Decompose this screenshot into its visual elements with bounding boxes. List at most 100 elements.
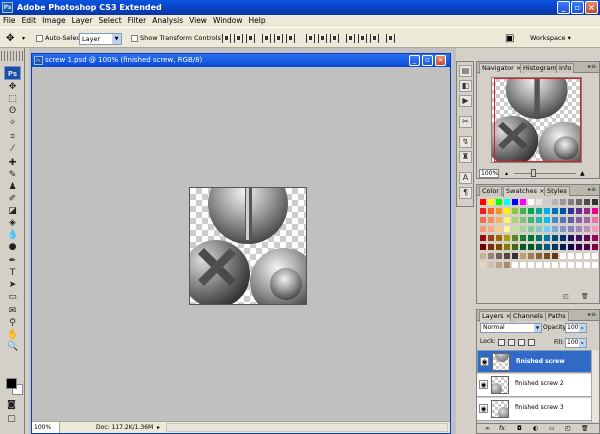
tab-paths[interactable]: Paths xyxy=(545,311,569,321)
move-tool-icon[interactable]: ✥ xyxy=(7,82,18,93)
brush-tool-icon[interactable]: ✎ xyxy=(7,170,18,181)
fx-icon[interactable]: fx. xyxy=(499,424,507,434)
color-swatch[interactable] xyxy=(544,226,551,233)
zoom-in-icon[interactable]: ▲ xyxy=(580,168,585,179)
swatch-grid[interactable] xyxy=(480,199,599,289)
eyedropper-tool-icon[interactable]: ⚲ xyxy=(7,318,18,329)
eraser-tool-icon[interactable]: ◪ xyxy=(7,206,18,217)
color-swatch[interactable] xyxy=(504,235,511,242)
auto-select-option[interactable]: Auto-Select: xyxy=(36,32,85,45)
document-canvas[interactable] xyxy=(189,187,307,305)
color-swatch[interactable] xyxy=(480,199,487,206)
new-swatch-icon[interactable]: ◰ xyxy=(563,293,569,300)
color-swatch[interactable] xyxy=(504,262,511,269)
color-swatch[interactable] xyxy=(552,226,559,233)
trash-icon[interactable]: 🗑 xyxy=(581,293,589,300)
color-swatch[interactable] xyxy=(552,262,559,269)
navigator-zoom-slider-thumb[interactable] xyxy=(531,169,536,177)
color-swatch[interactable] xyxy=(560,199,567,206)
tab-navigator[interactable]: Navigator × xyxy=(479,63,525,74)
color-swatch[interactable] xyxy=(496,235,503,242)
color-swatch[interactable] xyxy=(480,262,487,269)
panel-menu-icon[interactable]: ▸≡ xyxy=(588,63,596,70)
doc-zoom-field[interactable]: 100% xyxy=(32,422,60,433)
color-swatch[interactable] xyxy=(528,208,535,215)
align-bottom-icon[interactable] xyxy=(246,34,255,43)
magic-wand-tool-icon[interactable]: ✧ xyxy=(7,118,18,129)
status-menu-arrow-icon[interactable]: ▸ xyxy=(157,424,164,431)
lock-all-icon[interactable] xyxy=(528,339,535,346)
menu-layer[interactable]: Layer xyxy=(69,15,96,27)
color-swatch[interactable] xyxy=(504,244,511,251)
color-swatch[interactable] xyxy=(592,208,599,215)
color-swatch[interactable] xyxy=(584,244,591,251)
show-transform-option[interactable]: Show Transform Controls xyxy=(131,32,221,45)
layer-row[interactable]: ◉ finished screw 3 xyxy=(477,398,599,421)
color-swatch[interactable] xyxy=(512,217,519,224)
color-swatch[interactable] xyxy=(512,226,519,233)
doc-close-button[interactable]: × xyxy=(435,55,446,66)
align-right-icon[interactable] xyxy=(286,34,295,43)
panel-menu-icon[interactable]: ▸≡ xyxy=(588,311,596,318)
color-swatch[interactable] xyxy=(512,235,519,242)
tab-info[interactable]: Info xyxy=(556,63,575,73)
color-swatch[interactable] xyxy=(544,235,551,242)
color-swatch[interactable] xyxy=(544,217,551,224)
notes-tool-icon[interactable]: ✉ xyxy=(7,306,18,317)
color-swatch[interactable] xyxy=(480,226,487,233)
color-swatch[interactable] xyxy=(544,262,551,269)
color-swatch[interactable] xyxy=(576,217,583,224)
tab-histogram[interactable]: Histogram xyxy=(520,63,560,73)
color-swatch[interactable] xyxy=(560,253,567,260)
color-swatch[interactable] xyxy=(504,208,511,215)
align-vcenter-icon[interactable] xyxy=(234,34,243,43)
color-swatch[interactable] xyxy=(536,244,543,251)
color-swatch[interactable] xyxy=(520,199,527,206)
navigator-preview[interactable] xyxy=(491,77,582,163)
color-swatch[interactable] xyxy=(576,244,583,251)
color-swatch[interactable] xyxy=(584,235,591,242)
color-swatch[interactable] xyxy=(592,199,599,206)
align-left-icon[interactable] xyxy=(262,34,271,43)
auto-select-dropdown[interactable]: Layer ▼ xyxy=(79,33,122,45)
horizontal-scrollbar[interactable] xyxy=(166,423,448,432)
color-swatch[interactable] xyxy=(496,226,503,233)
clone-stamp-tool-icon[interactable]: ♟ xyxy=(7,182,18,193)
auto-select-checkbox[interactable] xyxy=(36,34,43,42)
color-swatch[interactable] xyxy=(488,199,495,206)
color-swatch[interactable] xyxy=(512,262,519,269)
color-swatch[interactable] xyxy=(576,262,583,269)
eye-icon[interactable]: ◉ xyxy=(479,404,488,413)
brushes-panel-icon[interactable]: ▤ xyxy=(459,65,472,77)
color-swatch[interactable] xyxy=(488,226,495,233)
history-panel-icon[interactable]: ↯ xyxy=(459,136,472,148)
color-swatch[interactable] xyxy=(568,226,575,233)
move-tool-icon[interactable]: ✥ xyxy=(6,32,14,45)
color-swatch[interactable] xyxy=(480,208,487,215)
color-swatch[interactable] xyxy=(496,199,503,206)
slice-tool-icon[interactable]: ⁄ xyxy=(7,144,18,155)
crop-tool-icon[interactable]: ⌗ xyxy=(7,132,18,143)
color-swatch[interactable] xyxy=(552,235,559,242)
pen-tool-icon[interactable]: ✒ xyxy=(7,256,18,267)
color-swatch[interactable] xyxy=(536,262,543,269)
color-swatch[interactable] xyxy=(480,235,487,242)
actions-panel-icon[interactable]: ✂ xyxy=(459,116,472,128)
paragraph-panel-icon[interactable]: ¶ xyxy=(459,187,472,199)
color-swatch[interactable] xyxy=(512,199,519,206)
color-swatch[interactable] xyxy=(488,262,495,269)
document-title-bar[interactable]: Ps screw 1.psd @ 100% (finished screw, R… xyxy=(32,54,450,67)
lock-position-icon[interactable] xyxy=(518,339,525,346)
color-swatch[interactable] xyxy=(528,199,535,206)
color-swatch[interactable] xyxy=(528,226,535,233)
layers-scrollbar[interactable] xyxy=(591,350,599,422)
color-swatch[interactable] xyxy=(496,217,503,224)
hand-tool-icon[interactable]: ✋ xyxy=(7,330,18,341)
color-swatch[interactable] xyxy=(512,208,519,215)
shape-tool-icon[interactable]: ▭ xyxy=(7,292,18,303)
path-selection-tool-icon[interactable]: ➤ xyxy=(7,280,18,291)
color-swatch[interactable] xyxy=(560,217,567,224)
color-swatch[interactable] xyxy=(568,262,575,269)
trash-icon[interactable]: 🗑 xyxy=(581,424,589,434)
align-top-icon[interactable] xyxy=(222,34,231,43)
